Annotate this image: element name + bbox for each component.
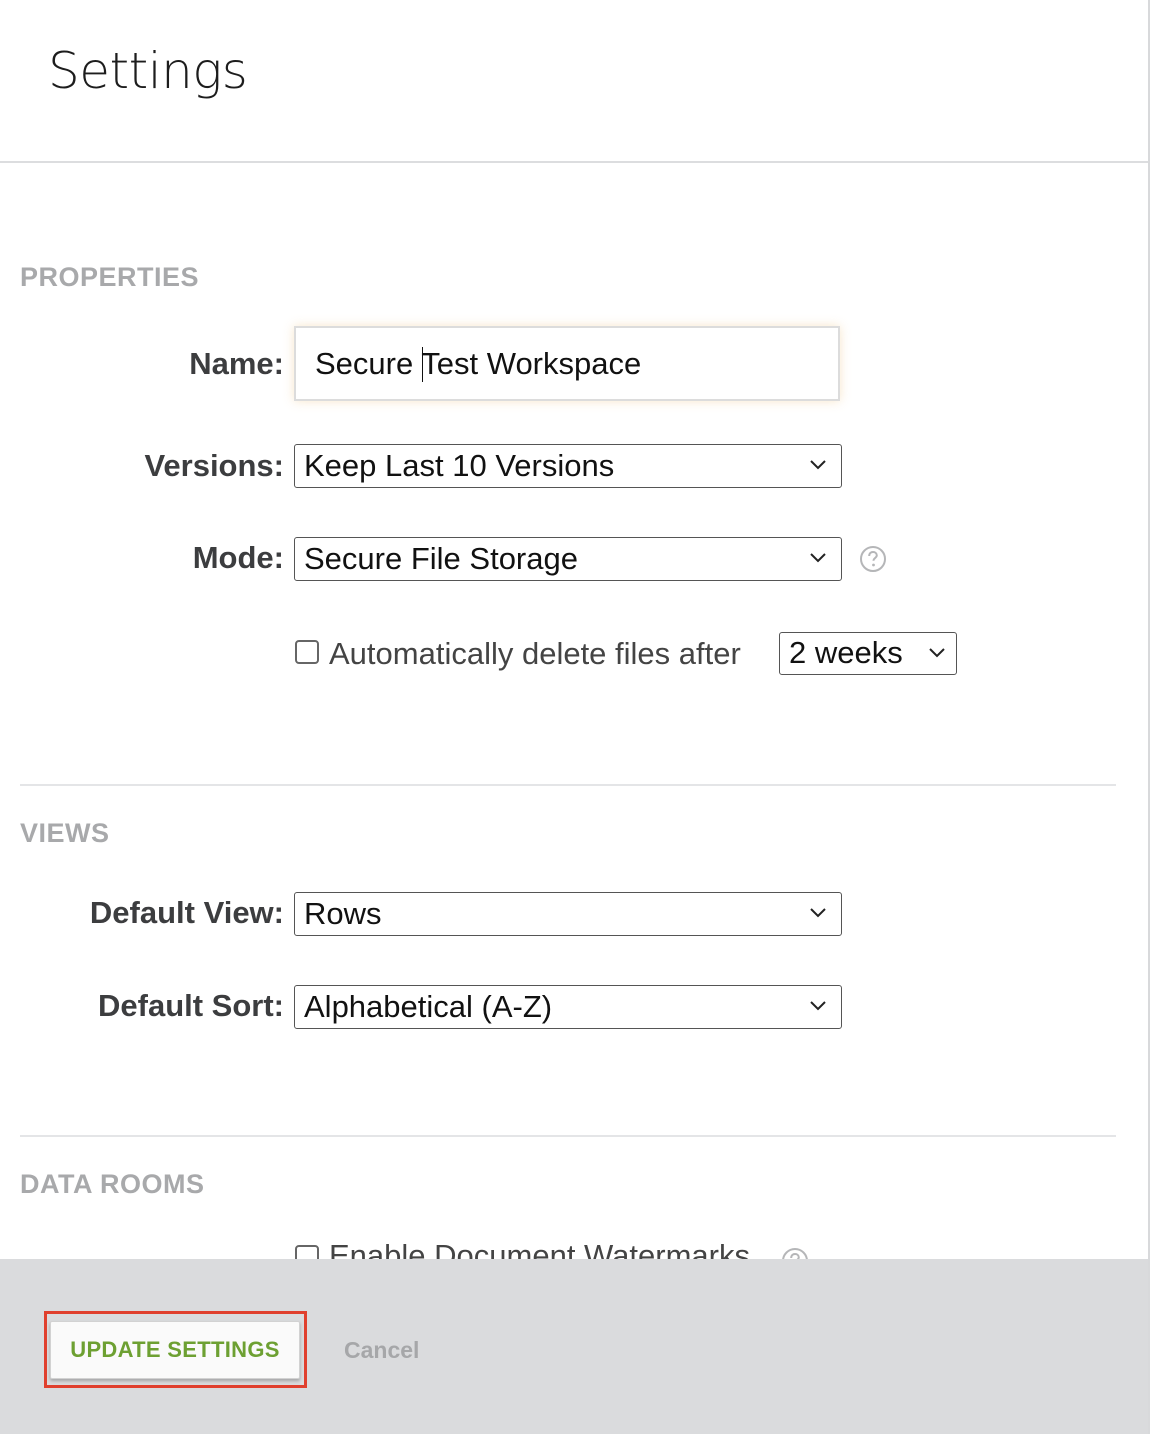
versions-label: Versions:: [144, 448, 284, 483]
cancel-link[interactable]: Cancel: [344, 1337, 419, 1364]
auto-delete-checkbox[interactable]: [295, 640, 319, 664]
page-header: Settings: [0, 0, 1148, 163]
mode-label: Mode:: [192, 540, 284, 575]
versions-select[interactable]: Keep Last 10 Versions: [294, 444, 842, 488]
name-label: Name:: [189, 346, 284, 381]
page-title: Settings: [48, 42, 248, 100]
section-heading-properties: PROPERTIES: [20, 262, 200, 292]
question-circle-icon[interactable]: [859, 545, 887, 573]
chevron-down-icon: [810, 1001, 826, 1011]
mode-select[interactable]: Secure File Storage: [294, 537, 842, 581]
section-heading-views: VIEWS: [20, 818, 110, 848]
default-sort-label: Default Sort:: [98, 988, 284, 1023]
section-divider: [20, 1135, 1116, 1137]
chevron-down-icon: [810, 460, 826, 470]
auto-delete-period-value: 2 weeks: [789, 635, 903, 670]
auto-delete-period-select[interactable]: 2 weeks: [779, 632, 957, 675]
default-view-select[interactable]: Rows: [294, 892, 842, 936]
default-sort-value: Alphabetical (A-Z): [304, 989, 553, 1024]
section-heading-data-rooms: DATA ROOMS: [20, 1169, 205, 1199]
default-view-value: Rows: [304, 896, 382, 931]
update-settings-button[interactable]: UPDATE SETTINGS: [50, 1321, 300, 1379]
mode-select-value: Secure File Storage: [304, 541, 578, 576]
chevron-down-icon: [929, 648, 945, 658]
auto-delete-label: Automatically delete files after: [329, 636, 741, 671]
default-sort-select[interactable]: Alphabetical (A-Z): [294, 985, 842, 1029]
text-caret: [422, 347, 423, 382]
name-input[interactable]: [294, 326, 840, 401]
default-view-label: Default View:: [89, 895, 284, 930]
section-divider: [20, 784, 1116, 786]
chevron-down-icon: [810, 908, 826, 918]
chevron-down-icon: [810, 553, 826, 563]
versions-select-value: Keep Last 10 Versions: [304, 448, 615, 483]
